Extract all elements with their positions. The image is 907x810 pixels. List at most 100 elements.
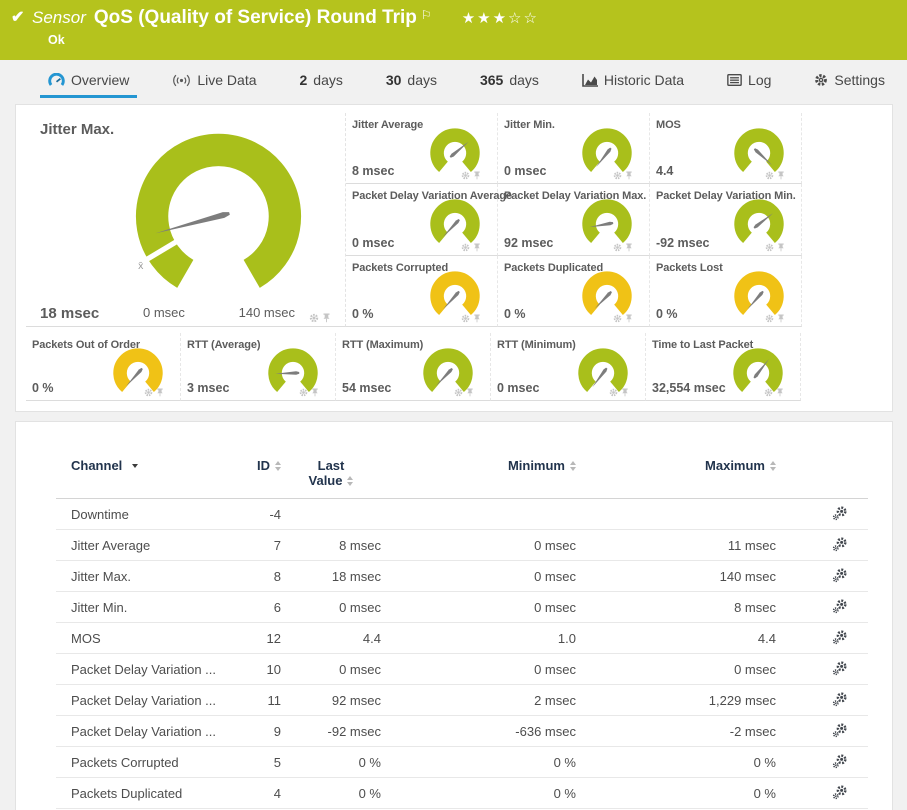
gauge-card: RTT (Average) 3 msec <box>181 333 336 401</box>
channel-settings-gears-icon[interactable] <box>832 598 848 614</box>
priority-stars[interactable]: ★★★☆☆ <box>462 9 539 27</box>
gauge-card: Packet Delay Variation Average 0 msec <box>346 184 498 255</box>
channel-settings-gears-icon[interactable] <box>832 536 848 552</box>
sort-icon <box>347 476 353 486</box>
pin-icon[interactable] <box>473 171 481 180</box>
tab-label: days <box>313 72 343 88</box>
channel-settings-gears-icon[interactable] <box>832 567 848 583</box>
pin-icon[interactable] <box>473 314 481 323</box>
gear-icon <box>814 73 828 87</box>
tab-label: days <box>509 72 539 88</box>
log-list-icon <box>727 74 742 86</box>
channel-settings-gear-icon[interactable] <box>613 243 622 252</box>
pin-icon[interactable] <box>621 388 629 397</box>
sensor-header: ✔ Sensor QoS (Quality of Service) Round … <box>0 0 907 60</box>
sensor-status-badge: Ok <box>0 33 907 47</box>
pin-icon[interactable] <box>322 313 331 323</box>
channel-settings-gear-icon[interactable] <box>309 313 319 323</box>
tab-label: Log <box>748 72 771 88</box>
column-header-maximum[interactable]: Maximum <box>576 452 776 499</box>
channel-settings-gear-icon[interactable] <box>765 314 774 323</box>
table-row: Jitter Average 7 8 msec 0 msec 11 msec <box>56 530 868 561</box>
channel-settings-gear-icon[interactable] <box>144 388 153 397</box>
gauge-card: Packet Delay Variation Min. -92 msec <box>650 184 802 255</box>
gauge-card: Packet Delay Variation Max. 92 msec <box>498 184 650 255</box>
channel-settings-gear-icon[interactable] <box>609 388 618 397</box>
gauge-card: Jitter Min. 0 msec <box>498 113 650 184</box>
channel-settings-gears-icon[interactable] <box>832 784 848 800</box>
bottom-gauge-row: Packets Out of Order 0 % RTT (Average) 3… <box>26 333 892 401</box>
gauge-title: Jitter Max. <box>40 121 114 138</box>
gauges-panel: Jitter Max. x̄ 0 msec 140 msec 18 msec <box>15 104 893 412</box>
column-header-channel[interactable]: Channel <box>56 452 226 499</box>
gauge-card-jitter-max: Jitter Max. x̄ 0 msec 140 msec 18 msec <box>26 113 346 327</box>
gauge-dial <box>429 127 481 175</box>
channel-settings-gears-icon[interactable] <box>832 691 848 707</box>
channel-settings-gear-icon[interactable] <box>461 314 470 323</box>
stars-empty[interactable]: ☆☆ <box>508 10 539 27</box>
pin-icon[interactable] <box>625 171 633 180</box>
pin-icon[interactable] <box>156 388 164 397</box>
channel-settings-gear-icon[interactable] <box>461 171 470 180</box>
pin-icon[interactable] <box>777 171 785 180</box>
channel-settings-gear-icon[interactable] <box>454 388 463 397</box>
table-row: MOS 12 4.4 1.0 4.4 <box>56 623 868 654</box>
pin-icon[interactable] <box>625 314 633 323</box>
priority-flag-icon[interactable]: ⚐ <box>421 8 432 22</box>
channel-settings-gear-icon[interactable] <box>765 243 774 252</box>
stars-filled[interactable]: ★★★ <box>462 10 508 27</box>
tab-label: Historic Data <box>604 72 684 88</box>
channel-settings-gear-icon[interactable] <box>613 314 622 323</box>
live-data-icon <box>172 74 191 87</box>
column-header-minimum[interactable]: Minimum <box>381 452 576 499</box>
gauge-card: Jitter Average 8 msec <box>346 113 498 184</box>
gauge-dial <box>581 270 633 318</box>
channel-settings-gear-icon[interactable] <box>299 388 308 397</box>
pin-icon[interactable] <box>776 388 784 397</box>
tab-365-days[interactable]: 365 days <box>472 66 547 98</box>
pin-icon[interactable] <box>473 243 481 252</box>
gauge-card: Packets Duplicated 0 % <box>498 256 650 327</box>
gauge-scale-min: 0 msec <box>143 305 185 320</box>
gauge-dial <box>733 270 785 318</box>
tab-settings[interactable]: Settings <box>806 66 893 98</box>
channel-settings-gear-icon[interactable] <box>764 388 773 397</box>
pin-icon[interactable] <box>311 388 319 397</box>
pin-icon[interactable] <box>625 243 633 252</box>
gauge-dial <box>733 198 785 246</box>
tab-log[interactable]: Log <box>719 66 779 98</box>
sensor-title: QoS (Quality of Service) Round Trip <box>94 7 417 29</box>
gauge-dial <box>429 198 481 246</box>
tab-label: Live Data <box>197 72 256 88</box>
pin-icon[interactable] <box>466 388 474 397</box>
channel-settings-gears-icon[interactable] <box>832 660 848 676</box>
table-row: Downtime -4 <box>56 499 868 530</box>
channel-settings-gears-icon[interactable] <box>832 753 848 769</box>
tab-live-data[interactable]: Live Data <box>164 66 264 98</box>
gauge-card: RTT (Maximum) 54 msec <box>336 333 491 401</box>
channel-settings-gear-icon[interactable] <box>765 171 774 180</box>
tab-overview[interactable]: Overview <box>40 66 137 98</box>
gauge-card: Time to Last Packet 32,554 msec <box>646 333 801 401</box>
column-header-id[interactable]: ID <box>226 452 281 499</box>
table-row: Packets Corrupted 5 0 % 0 % 0 % <box>56 747 868 778</box>
tab-2-days[interactable]: 2 days <box>291 66 350 98</box>
channel-settings-gear-icon[interactable] <box>613 171 622 180</box>
sort-icon <box>570 461 576 471</box>
gauge-card: RTT (Minimum) 0 msec <box>491 333 646 401</box>
channel-settings-gears-icon[interactable] <box>832 629 848 645</box>
channel-settings-gears-icon[interactable] <box>832 722 848 738</box>
channel-table: Channel ID Last Value Minimum Maximum <box>56 452 868 809</box>
tab-historic-data[interactable]: Historic Data <box>574 66 692 98</box>
gauge-dial <box>581 198 633 246</box>
sort-icon <box>275 461 281 471</box>
column-header-last-value[interactable]: Last Value <box>281 452 381 499</box>
pin-icon[interactable] <box>777 243 785 252</box>
channel-settings-gear-icon[interactable] <box>461 243 470 252</box>
channel-settings-gears-icon[interactable] <box>832 505 848 521</box>
table-row: Packet Delay Variation ... 9 -92 msec -6… <box>56 716 868 747</box>
gauge-card: Packets Out of Order 0 % <box>26 333 181 401</box>
tab-30-days[interactable]: 30 days <box>378 66 445 98</box>
pin-icon[interactable] <box>777 314 785 323</box>
sort-icon <box>770 461 776 471</box>
